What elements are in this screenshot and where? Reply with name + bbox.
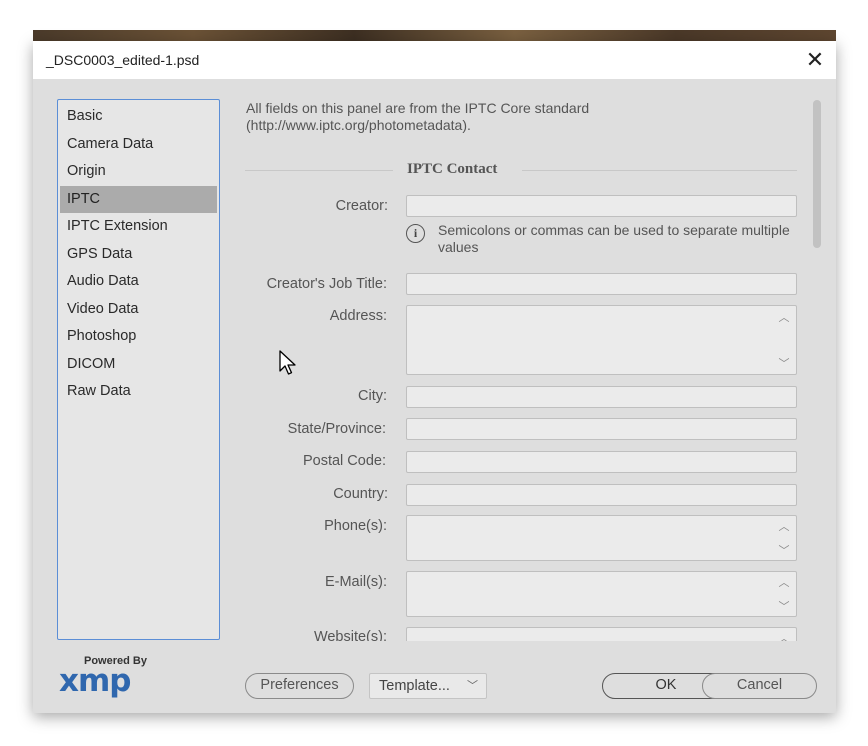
- sidebar-item-dicom[interactable]: DICOM: [60, 351, 217, 379]
- section-header-iptc-contact: IPTC Contact: [245, 161, 797, 179]
- emails-scroll-down-icon[interactable]: ﹀: [777, 598, 791, 614]
- category-list: Basic Camera Data Origin IPTC IPTC Exten…: [57, 99, 220, 640]
- panel-intro-text: All fields on this panel are from the IP…: [246, 100, 590, 133]
- section-title: IPTC Contact: [407, 161, 498, 177]
- chevron-down-icon: ﹀: [467, 680, 478, 692]
- websites-scroll-up-icon[interactable]: ︿: [777, 630, 791, 641]
- section-divider-right: [522, 170, 797, 171]
- template-dropdown[interactable]: Template... ﹀: [369, 673, 487, 699]
- state-province-label: State/Province:: [287, 421, 386, 437]
- phones-scroll-down-icon[interactable]: ﹀: [777, 542, 791, 558]
- panel-scrollbar[interactable]: [811, 100, 823, 640]
- country-input[interactable]: [406, 484, 797, 506]
- sidebar-item-gps-data[interactable]: GPS Data: [60, 241, 217, 269]
- sidebar-item-camera-data[interactable]: Camera Data: [60, 131, 217, 159]
- address-scroll-up-icon[interactable]: ︿: [777, 309, 791, 325]
- address-label: Address:: [329, 308, 387, 324]
- websites-textarea[interactable]: ︿: [406, 627, 797, 641]
- state-province-input[interactable]: [406, 418, 797, 440]
- window-title: _DSC0003_edited-1.psd: [46, 52, 200, 68]
- city-input[interactable]: [406, 386, 797, 408]
- postal-code-input[interactable]: [406, 451, 797, 473]
- sidebar-item-audio-data[interactable]: Audio Data: [60, 268, 217, 296]
- address-textarea[interactable]: ︿ ﹀: [406, 305, 797, 375]
- emails-label: E-Mail(s):: [324, 574, 387, 590]
- phones-textarea[interactable]: ︿ ﹀: [406, 515, 797, 561]
- iptc-panel: All fields on this panel are from the IP…: [245, 99, 810, 641]
- creator-input[interactable]: [406, 195, 797, 217]
- template-dropdown-label: Template...: [379, 678, 450, 694]
- phones-label: Phone(s):: [324, 518, 387, 534]
- creator-label: Creator:: [335, 198, 388, 214]
- creator-job-title-input[interactable]: [406, 273, 797, 295]
- creator-job-title-label: Creator's Job Title:: [266, 276, 387, 292]
- sidebar-item-video-data[interactable]: Video Data: [60, 296, 217, 324]
- cancel-button[interactable]: Cancel: [702, 673, 817, 699]
- websites-label: Website(s):: [313, 629, 387, 641]
- emails-textarea[interactable]: ︿ ﹀: [406, 571, 797, 617]
- country-label: Country:: [333, 486, 388, 502]
- postal-code-label: Postal Code:: [302, 453, 386, 469]
- sidebar-item-photoshop[interactable]: Photoshop: [60, 323, 217, 351]
- close-icon[interactable]: ✕: [800, 45, 830, 75]
- file-info-dialog: _DSC0003_edited-1.psd ✕ Basic Camera Dat…: [33, 41, 836, 713]
- mouse-pointer-icon: [279, 350, 297, 383]
- section-divider-left: [245, 170, 393, 171]
- sidebar-item-iptc-extension[interactable]: IPTC Extension: [60, 213, 217, 241]
- creator-hint-text: Semicolons or commas can be used to sepa…: [438, 222, 790, 255]
- preferences-button[interactable]: Preferences: [245, 673, 354, 699]
- sidebar-item-basic[interactable]: Basic: [60, 103, 217, 131]
- title-bar: _DSC0003_edited-1.psd ✕: [33, 41, 836, 79]
- sidebar-item-iptc[interactable]: IPTC: [60, 185, 217, 213]
- info-icon: i: [406, 224, 425, 243]
- city-label: City:: [358, 388, 387, 404]
- sidebar-item-raw-data[interactable]: Raw Data: [60, 378, 217, 406]
- xmp-logo: xmp: [59, 663, 131, 699]
- emails-scroll-up-icon[interactable]: ︿: [777, 574, 791, 590]
- address-scroll-down-icon[interactable]: ﹀: [777, 355, 791, 371]
- phones-scroll-up-icon[interactable]: ︿: [777, 518, 791, 534]
- scrollbar-thumb[interactable]: [813, 100, 821, 248]
- sidebar-item-origin[interactable]: Origin: [60, 158, 217, 186]
